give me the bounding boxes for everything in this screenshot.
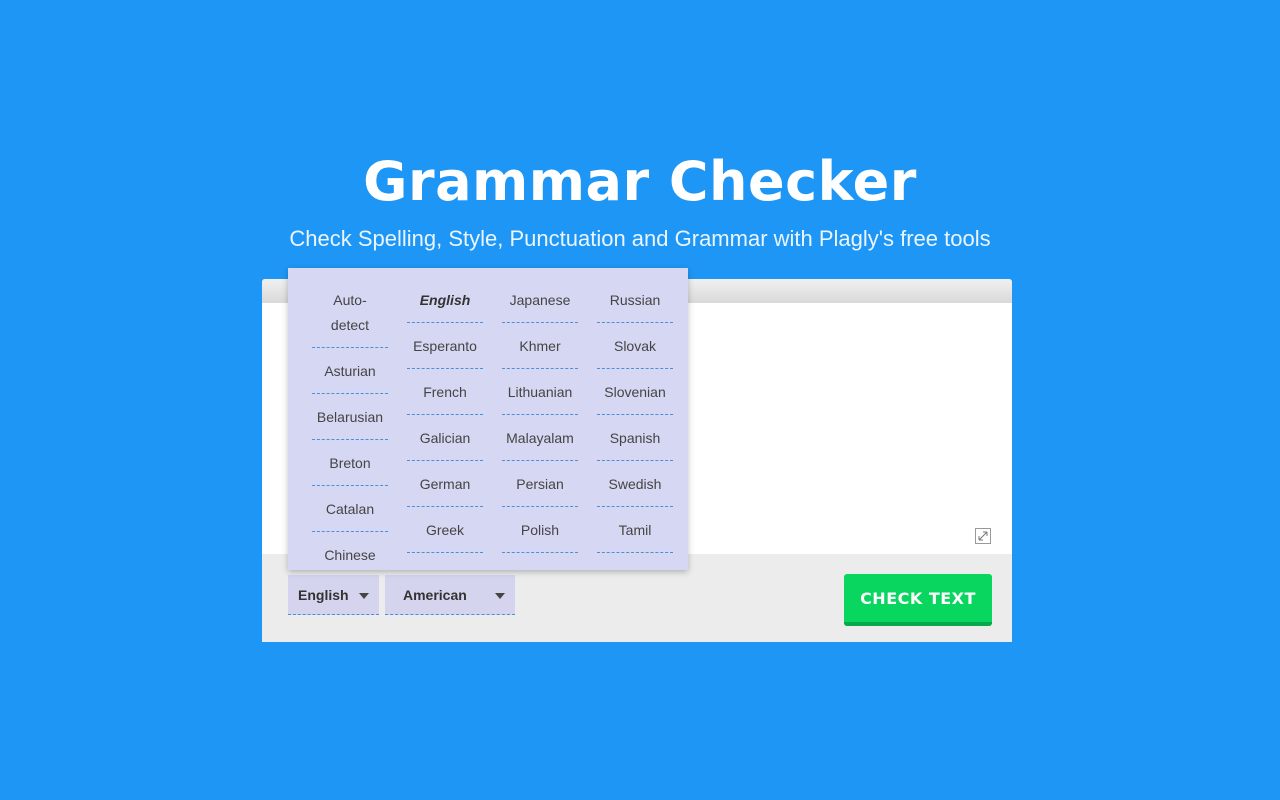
variant-select[interactable]: American <box>385 575 515 615</box>
language-option-german[interactable]: German <box>407 472 483 507</box>
language-option-slovak[interactable]: Slovak <box>597 334 673 369</box>
chevron-down-icon <box>495 593 505 599</box>
language-option-persian[interactable]: Persian <box>502 472 578 507</box>
expand-icon[interactable] <box>975 528 991 544</box>
language-column: Japanese Khmer Lithuanian Malayalam Persian P… <box>502 288 578 564</box>
language-select-value: English <box>298 587 349 603</box>
language-option-chinese[interactable]: Chinese <box>312 543 388 570</box>
language-option-belarusian[interactable]: Belarusian <box>312 405 388 440</box>
language-option-breton[interactable]: Breton <box>312 451 388 486</box>
language-option-swedish[interactable]: Swedish <box>597 472 673 507</box>
language-column: Auto-detect Asturian Belarusian Breton Catal… <box>312 288 388 570</box>
language-option-catalan[interactable]: Catalan <box>312 497 388 532</box>
expand-icon-graphic <box>978 531 988 541</box>
language-option-polish[interactable]: Polish <box>502 518 578 553</box>
language-option-spanish[interactable]: Spanish <box>597 426 673 461</box>
language-column: Russian Slovak Slovenian Spanish Swedish Tami… <box>597 288 673 564</box>
language-option-auto-detect[interactable]: Auto-detect <box>312 288 388 348</box>
language-option-japanese[interactable]: Japanese <box>502 288 578 323</box>
check-text-button[interactable]: CHECK TEXT <box>844 574 992 626</box>
language-option-tamil[interactable]: Tamil <box>597 518 673 553</box>
variant-select-value: American <box>403 587 467 603</box>
chevron-down-icon <box>359 593 369 599</box>
language-option-english[interactable]: English <box>407 288 483 323</box>
page-subtitle: Check Spelling, Style, Punctuation and G… <box>289 226 991 251</box>
language-option-malayalam[interactable]: Malayalam <box>502 426 578 461</box>
language-option-greek[interactable]: Greek <box>407 518 483 553</box>
language-option-russian[interactable]: Russian <box>597 288 673 323</box>
language-select[interactable]: English <box>288 575 379 615</box>
language-column: English Esperanto French Galician German Gree… <box>407 288 483 564</box>
language-option-esperanto[interactable]: Esperanto <box>407 334 483 369</box>
language-option-asturian[interactable]: Asturian <box>312 359 388 394</box>
language-option-french[interactable]: French <box>407 380 483 415</box>
language-dropdown: Auto-detect Asturian Belarusian Breton Catal… <box>288 268 688 570</box>
page-title: Grammar Checker <box>363 150 917 213</box>
language-option-galician[interactable]: Galician <box>407 426 483 461</box>
language-option-lithuanian[interactable]: Lithuanian <box>502 380 578 415</box>
language-option-khmer[interactable]: Khmer <box>502 334 578 369</box>
language-option-slovenian[interactable]: Slovenian <box>597 380 673 415</box>
